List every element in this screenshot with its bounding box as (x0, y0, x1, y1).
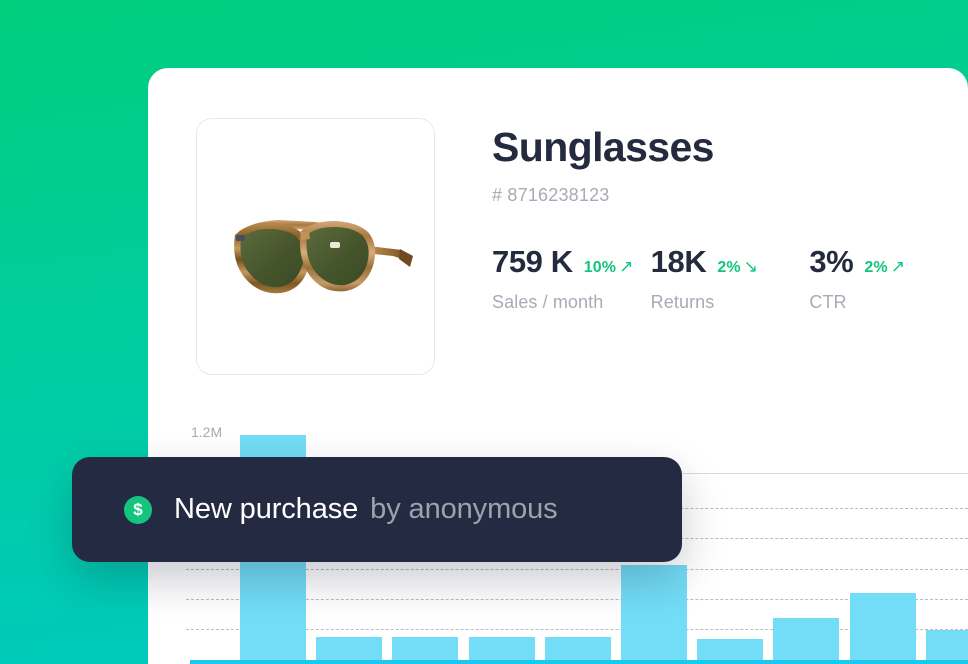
stat-label: Sales / month (492, 292, 604, 313)
product-info: Sunglasses # 8716238123 759 K 10% ↗ Sales… (492, 124, 968, 313)
stat-label: Returns (650, 292, 715, 313)
arrow-down-right-icon: ↘ (743, 257, 759, 277)
product-header: Sunglasses # 8716238123 759 K 10% ↗ Sales… (148, 68, 968, 388)
stat-value: 18K (650, 244, 707, 280)
product-detail-card: Sunglasses # 8716238123 759 K 10% ↗ Sales… (148, 68, 968, 664)
stat-label: CTR (809, 292, 847, 313)
page-title: Sunglasses (492, 124, 714, 170)
new-purchase-toast[interactable]: $ New purchase by anonymous (72, 457, 682, 562)
toast-subtitle: by anonymous (370, 493, 558, 525)
product-image-thumbnail[interactable] (196, 118, 435, 375)
tortoiseshell-sunglasses-icon (234, 220, 413, 294)
toast-title: New purchase (174, 493, 359, 525)
chart-bar[interactable] (773, 618, 840, 664)
toast-message: New purchase by anonymous (174, 493, 558, 526)
stat-returns: 18K 2% ↘ Returns (651, 244, 810, 313)
stat-delta: 2% ↗ (864, 257, 905, 277)
stat-delta-value: 2% (864, 259, 888, 277)
stat-sales-per-month: 759 K 10% ↗ Sales / month (492, 244, 651, 313)
arrow-up-right-icon: ↗ (890, 257, 906, 277)
stat-delta: 10% ↗ (584, 257, 634, 277)
chart-bar[interactable] (621, 564, 687, 664)
stats-row: 759 K 10% ↗ Sales / month 18K 2% ↘ Returns… (492, 244, 968, 313)
stat-value: 3% (809, 244, 854, 280)
stat-delta-value: 10% (583, 259, 617, 277)
product-sku: # 8716238123 (492, 185, 610, 206)
chart-bar[interactable] (925, 629, 968, 664)
stat-ctr: 3% 2% ↗ CTR (809, 244, 968, 313)
y-axis-tick-label: 1.2M (191, 424, 223, 440)
stat-delta: 2% ↘ (717, 257, 758, 277)
stat-value: 759 K (492, 244, 573, 280)
chart-bar[interactable] (849, 593, 916, 664)
stat-delta-value: 2% (717, 259, 741, 277)
arrow-up-right-icon: ↗ (619, 257, 634, 277)
dollar-icon: $ (124, 495, 152, 524)
